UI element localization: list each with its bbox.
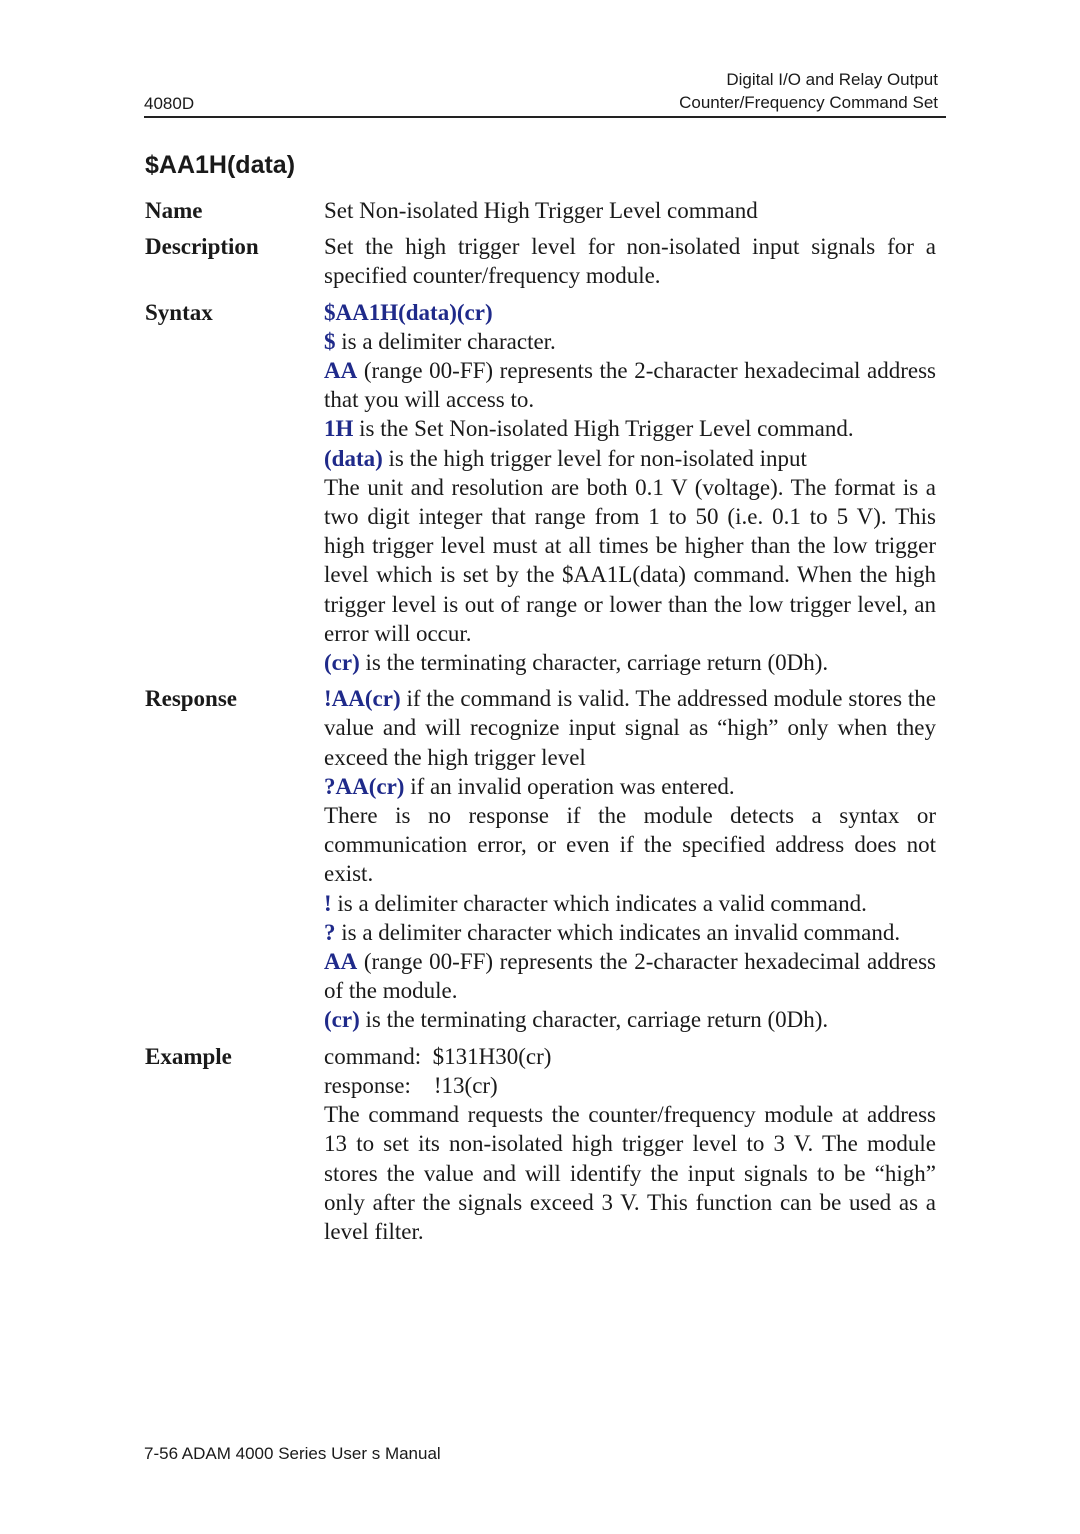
response-valid: !AA(cr) if the command is valid. The add… (324, 686, 936, 770)
syntax-label: Syntax (145, 299, 213, 325)
header-section-line2: Counter/Frequency Command Set (679, 93, 938, 112)
response-no-response: There is no response if the module detec… (324, 803, 936, 887)
example-row: Example command: $131H30(cr) response: !… (145, 1042, 937, 1246)
description-text: Set the high trigger level for non-isola… (324, 234, 936, 289)
syntax-item: (cr) is the terminating character, carri… (324, 650, 829, 676)
header-section-line1: Digital I/O and Relay Output (726, 70, 938, 89)
response-row: Response !AA(cr) if the command is valid… (145, 684, 937, 1034)
response-label: Response (145, 686, 238, 712)
example-explanation: The command requests the counter/frequen… (324, 1102, 936, 1244)
response-invalid: ?AA(cr) if an invalid operation was ente… (324, 773, 735, 799)
name-label: Name (145, 198, 203, 223)
example-command: command: $131H30(cr) (324, 1043, 552, 1069)
syntax-data-detail: The unit and resolution are both 0.1 V (… (324, 474, 936, 646)
syntax-command: $AA1H(data)(cr) (324, 299, 493, 325)
example-label: Example (145, 1043, 232, 1069)
response-item: ? is a delimiter character which indicat… (324, 919, 901, 945)
page-header: 4080D Digital I/O and Relay Output Count… (144, 68, 946, 118)
command-title: $AA1H(data) (145, 151, 296, 179)
syntax-item: (data) is the high trigger level for non… (324, 445, 807, 471)
response-item: ! is a delimiter character which indicat… (324, 890, 867, 916)
response-item: AA (range 00-FF) represents the 2-charac… (324, 949, 936, 1004)
header-model: 4080D (144, 94, 195, 113)
description-label: Description (145, 234, 259, 260)
example-response: response: !13(cr) (324, 1072, 498, 1098)
command-body: Name Set Non-isolated High Trigger Level… (145, 196, 937, 1246)
syntax-item: AA (range 00-FF) represents the 2-charac… (324, 358, 936, 413)
description-row: Description Set the high trigger level f… (145, 232, 937, 290)
header-section: Digital I/O and Relay Output Counter/Fre… (679, 68, 938, 114)
syntax-item: 1H is the Set Non-isolated High Trigger … (324, 416, 854, 442)
syntax-item: $ is a delimiter character. (324, 328, 556, 354)
response-item: (cr) is the terminating character, carri… (324, 1007, 829, 1033)
page-footer: 7-56 ADAM 4000 Series User s Manual (144, 1444, 441, 1463)
name-text: Set Non-isolated High Trigger Level comm… (324, 198, 758, 223)
name-row: Name Set Non-isolated High Trigger Level… (145, 196, 937, 225)
syntax-row: Syntax $AA1H(data)(cr) $ is a delimiter … (145, 298, 937, 678)
